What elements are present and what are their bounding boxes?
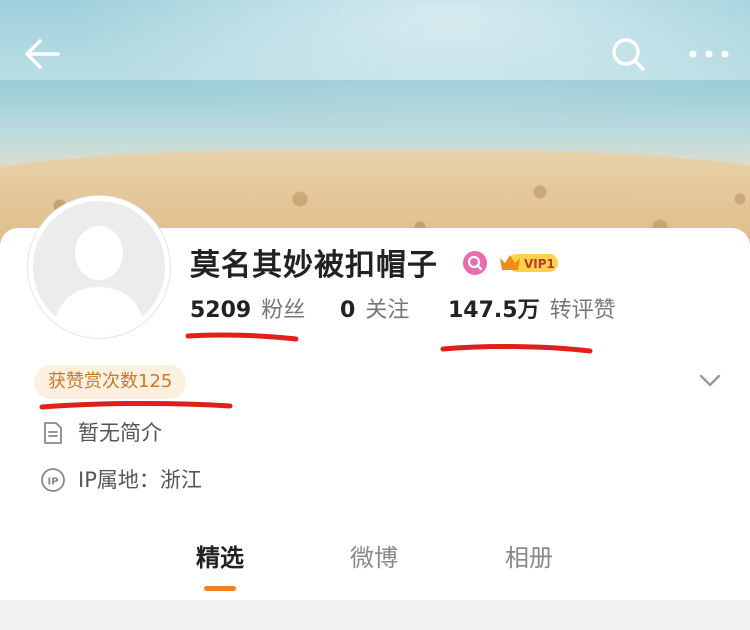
- tab-weibo[interactable]: 微博: [350, 538, 398, 573]
- following-label: 关注: [365, 298, 410, 323]
- back-arrow-icon[interactable]: [18, 30, 66, 78]
- svg-text:IP: IP: [47, 477, 58, 488]
- followers-stat[interactable]: 5209 粉丝: [190, 292, 305, 324]
- content-divider: [0, 600, 750, 630]
- profile-tabs: 精选 微博 相册: [0, 538, 750, 594]
- tab-featured[interactable]: 精选: [196, 538, 244, 573]
- vip-label: VIP1: [524, 257, 555, 271]
- active-tab-indicator: [204, 586, 236, 591]
- username: 莫名其妙被扣帽子: [190, 248, 438, 283]
- followers-label: 粉丝: [261, 298, 306, 323]
- ip-location-text: IP属地：浙江: [78, 468, 202, 492]
- document-icon: [44, 422, 62, 444]
- chevron-down-icon[interactable]: [696, 366, 724, 394]
- more-dots-icon[interactable]: [684, 30, 734, 78]
- interactions-label: 转评赞: [549, 298, 616, 323]
- followers-count: 5209: [190, 298, 252, 323]
- reward-count-badge[interactable]: 获赞赏次数125: [34, 365, 187, 399]
- interactions-stat[interactable]: 147.5万 转评赞: [448, 292, 616, 324]
- following-count: 0: [340, 298, 356, 323]
- tab-album[interactable]: 相册: [505, 538, 553, 573]
- following-stat[interactable]: 0 关注: [340, 292, 409, 324]
- interactions-count: 147.5万: [448, 298, 540, 323]
- banner-sea: [0, 80, 750, 160]
- search-icon[interactable]: [604, 30, 652, 78]
- bio-text: 暂无简介: [78, 421, 162, 445]
- verified-badge-icon[interactable]: [462, 250, 488, 276]
- vip-badge[interactable]: VIP1: [498, 250, 560, 276]
- ip-icon: IP: [41, 468, 65, 492]
- avatar[interactable]: [28, 196, 170, 338]
- default-avatar-icon: [33, 201, 165, 333]
